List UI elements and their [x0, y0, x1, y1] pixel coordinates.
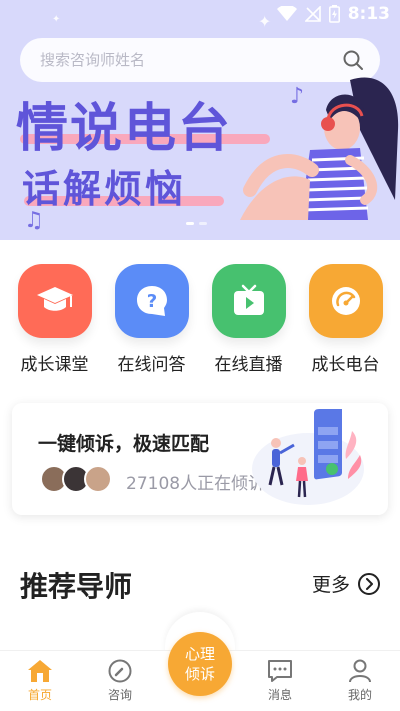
no-signal-icon: [304, 6, 321, 22]
quick-match-card[interactable]: 一键倾诉，极速匹配 27108人正在倾诉: [12, 403, 388, 515]
matching-illustration: [252, 409, 364, 505]
top-banner[interactable]: ✦ ✦ ✦ ♪ ♫ 8:13 情说电台 话解烦恼: [0, 0, 400, 240]
category-tile[interactable]: ?: [114, 264, 189, 338]
battery-icon: [328, 5, 340, 23]
avatar-group: [40, 465, 112, 493]
tv-play-icon: [233, 284, 264, 315]
category-label: 成长电台: [311, 355, 380, 375]
tab-messages[interactable]: 消息: [240, 651, 320, 711]
status-bar: 8:13: [0, 0, 400, 32]
pager-dot: [199, 222, 207, 225]
more-label: 更多: [311, 574, 350, 596]
search-input[interactable]: [40, 51, 342, 69]
category-live-stream[interactable]: 在线直播: [204, 264, 294, 375]
online-count: 27108人正在倾诉: [126, 474, 266, 494]
tab-label: 咨询: [107, 688, 132, 702]
banner-title: 情说电台: [16, 99, 233, 159]
message-icon: [268, 660, 292, 682]
radio-dial-icon: [331, 287, 360, 315]
category-growth-class[interactable]: 成长课堂: [10, 264, 100, 375]
category-label: 在线问答: [117, 355, 186, 375]
avatar: [84, 465, 112, 493]
category-tile[interactable]: [211, 264, 286, 338]
home-icon: [28, 660, 52, 682]
girl-with-headphones-illustration: [240, 77, 399, 220]
tab-label: 首页: [27, 688, 52, 702]
fab-label-line1: 心理: [184, 645, 215, 663]
section-title: 推荐导师: [20, 570, 133, 603]
search-icon[interactable]: [342, 49, 364, 71]
tab-label: 我的: [347, 688, 372, 702]
more-link[interactable]: 更多: [312, 570, 380, 597]
category-online-qa[interactable]: ? 在线问答: [107, 264, 197, 375]
tab-label: 消息: [267, 688, 292, 702]
banner-pager: [186, 222, 207, 225]
question-bubble-icon: ?: [136, 286, 167, 316]
wifi-icon: [276, 6, 297, 21]
counseling-fab-button[interactable]: 心理 倾诉: [168, 632, 232, 696]
banner-subtitle: 话解烦恼: [22, 167, 187, 211]
user-icon: [349, 659, 371, 683]
tab-home[interactable]: 首页: [0, 651, 80, 711]
fab-label-line2: 倾诉: [184, 665, 215, 683]
category-tile[interactable]: [17, 264, 92, 338]
category-row: 成长课堂 ? 在线问答 在线直播 成长电台: [0, 264, 400, 375]
graduation-cap-icon: [36, 287, 73, 311]
compass-icon: [108, 659, 132, 683]
chevron-right-icon: [358, 572, 380, 595]
quick-match-title: 一键倾诉，极速匹配: [38, 433, 210, 455]
tab-consult[interactable]: 咨询: [80, 651, 160, 711]
category-label: 在线直播: [214, 355, 283, 375]
svg-text:?: ?: [146, 291, 156, 312]
pager-dot: [186, 222, 194, 225]
tab-profile[interactable]: 我的: [320, 651, 400, 711]
category-label: 成长课堂: [20, 355, 89, 375]
status-time: 8:13: [347, 4, 390, 24]
category-growth-radio[interactable]: 成长电台: [301, 264, 391, 375]
category-tile[interactable]: [308, 264, 383, 338]
